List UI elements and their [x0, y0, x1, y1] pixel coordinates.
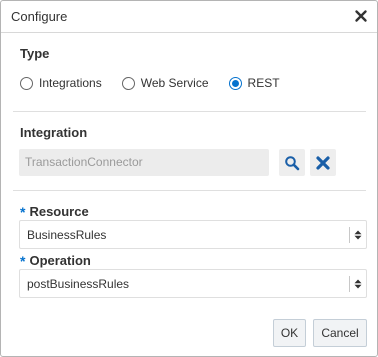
required-mark: *: [20, 253, 26, 269]
cancel-button[interactable]: Cancel: [313, 319, 367, 347]
select-separator: [349, 276, 350, 292]
radio-rest-label: REST: [247, 76, 280, 90]
resource-select-value: BusinessRules: [27, 228, 107, 242]
operation-label-text: Operation: [29, 253, 91, 268]
resource-label-text: Resource: [29, 204, 89, 219]
integration-label: Integration: [20, 125, 88, 140]
dialog-header: Configure: [1, 1, 377, 33]
configure-dialog: Configure Type Integrations Web Service …: [0, 0, 378, 357]
resource-label: * Resource: [20, 204, 89, 220]
search-button[interactable]: [279, 149, 305, 176]
dialog-title: Configure: [11, 9, 68, 24]
operation-select-value: postBusinessRules: [27, 277, 130, 291]
ok-button[interactable]: OK: [273, 319, 306, 347]
radio-web-service[interactable]: Web Service: [121, 76, 209, 90]
close-icon[interactable]: [353, 8, 369, 24]
type-radio-group: Integrations Web Service REST: [20, 75, 300, 91]
required-mark: *: [20, 204, 26, 220]
radio-rest-circle[interactable]: [228, 76, 242, 90]
integration-field: TransactionConnector: [19, 149, 269, 176]
radio-web-service-label: Web Service: [140, 76, 209, 90]
operation-select[interactable]: postBusinessRules: [19, 269, 367, 298]
radio-web-service-circle[interactable]: [121, 76, 135, 90]
select-separator: [349, 227, 350, 243]
clear-button[interactable]: [310, 149, 336, 176]
divider: [13, 111, 366, 112]
radio-rest[interactable]: REST: [228, 76, 280, 90]
search-icon: [285, 155, 300, 170]
operation-label: * Operation: [20, 253, 91, 269]
resource-select[interactable]: BusinessRules: [19, 220, 367, 249]
dropdown-icon[interactable]: [353, 278, 363, 290]
radio-integrations-label: Integrations: [39, 76, 102, 90]
radio-integrations[interactable]: Integrations: [20, 76, 102, 90]
dropdown-icon[interactable]: [353, 229, 363, 241]
type-label: Type: [20, 46, 50, 61]
radio-integrations-circle[interactable]: [20, 76, 33, 90]
clear-icon: [316, 155, 330, 170]
divider: [13, 190, 366, 191]
